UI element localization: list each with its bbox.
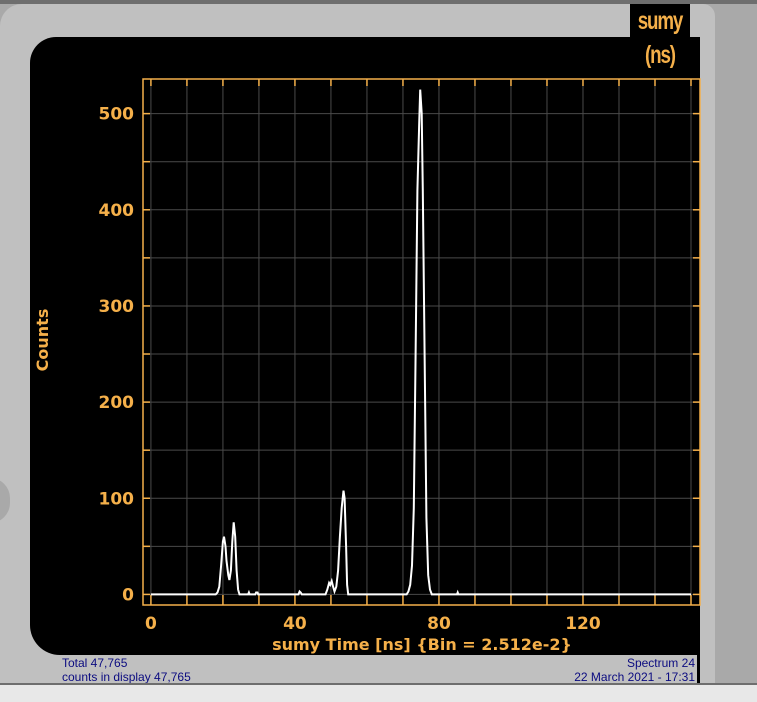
spectrum-number: Spectrum 24 [626,656,695,670]
bottom-strip [0,683,757,702]
y-tick-label: 100 [99,489,135,509]
x-tick-label: 120 [565,614,601,634]
x-tick-label: 40 [283,614,307,634]
y-tick-label: 0 [122,585,134,605]
total-counts: Total 47,765 [62,656,128,670]
x-tick-label: 0 [145,614,157,634]
x-tick-label: 80 [427,614,451,634]
x-axis-label: sumy Time [ns] {Bin = 2.512e-2} [272,635,572,654]
y-tick-label: 200 [99,393,135,413]
counts-in-display: counts in display 47,765 [62,670,191,684]
timestamp: 22 March 2021 - 17:31 [574,670,695,684]
y-tick-label: 500 [99,105,135,125]
series-sumy [150,89,691,596]
y-tick-label: 400 [99,201,135,221]
status-divider [697,655,700,683]
y-tick-label: 300 [99,297,135,317]
histogram-chart[interactable]: 0 40 80 120 0 100 200 300 400 500 sumy Time [ns]… [0,0,757,700]
y-axis-label: Counts [33,309,52,372]
status-bar: Total 47,765 counts in display 47,765 Sp… [0,655,700,684]
